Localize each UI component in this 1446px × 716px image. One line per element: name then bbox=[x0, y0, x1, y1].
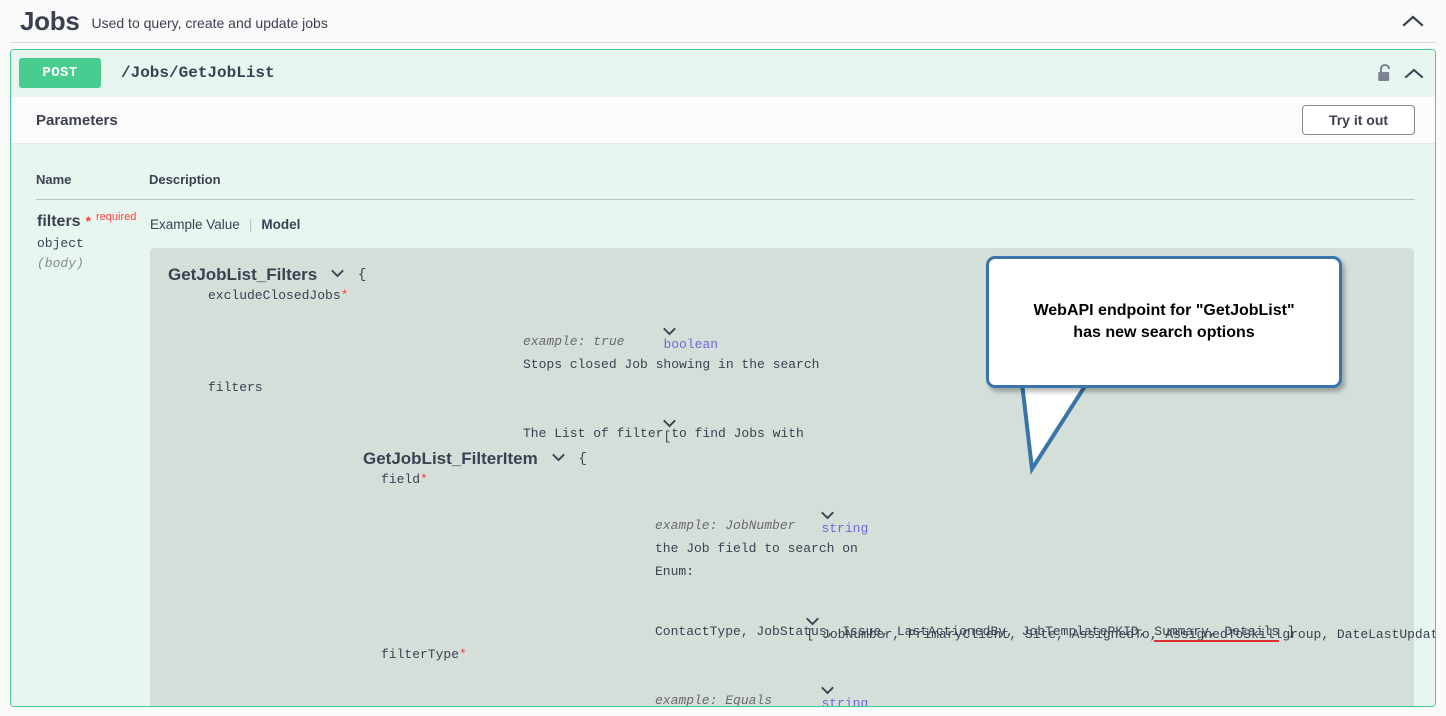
property-row-filtertype: filterType* bbox=[168, 648, 1414, 671]
property-enum-label-row: Enum: bbox=[168, 565, 1414, 588]
opblock-summary-controls bbox=[1376, 62, 1425, 84]
table-header-row: Name Description bbox=[36, 144, 1415, 200]
property-example: example: Equals bbox=[655, 693, 773, 707]
enum-label: Enum: bbox=[655, 564, 695, 579]
property-name: filters bbox=[208, 380, 263, 395]
required-label: required bbox=[96, 211, 137, 223]
property-type-row: string bbox=[168, 671, 1414, 706]
property-row-filters: filters bbox=[168, 381, 1414, 404]
property-row-field: field* bbox=[168, 473, 1414, 496]
parameters-bar: Parameters Try it out bbox=[11, 97, 1435, 144]
column-header-description: Description bbox=[149, 144, 1415, 200]
property-description: the Job field to search on bbox=[655, 541, 858, 556]
property-name: field* bbox=[381, 472, 428, 487]
endpoint-path: /Jobs/GetJobList bbox=[121, 64, 275, 82]
tag-collapse-chevron-up-icon[interactable] bbox=[1400, 8, 1426, 34]
property-description-row: Stops closed Job showing in the search bbox=[168, 358, 1414, 381]
property-type-row: [ bbox=[168, 404, 1414, 443]
property-type-row: string bbox=[168, 496, 1414, 535]
opblock-summary[interactable]: POST /Jobs/GetJobList bbox=[11, 50, 1435, 97]
tab-example-value[interactable]: Example Value bbox=[150, 217, 240, 232]
schema-nested-title: GetJobList_FilterItem bbox=[363, 449, 538, 468]
schema-root-title: GetJobList_Filters bbox=[168, 265, 318, 284]
parameter-type: object bbox=[37, 236, 84, 251]
parameters-table: Name Description filters * required obje… bbox=[36, 144, 1435, 707]
property-row-excludeclosedjobs: excludeClosedJobs* bbox=[168, 289, 1414, 312]
parameters-title: Parameters bbox=[36, 111, 118, 129]
tab-separator: | bbox=[248, 217, 253, 232]
table-row: filters * required object (body) Example… bbox=[36, 200, 1435, 707]
column-header-name: Name bbox=[36, 144, 149, 200]
property-enum-row-2: ContactType, JobStatus, Issue, LastActio… bbox=[168, 624, 1414, 648]
highlighted-enum-values: Summary, Details bbox=[1154, 624, 1280, 642]
tab-model[interactable]: Model bbox=[261, 217, 300, 232]
try-it-out-button[interactable]: Try it out bbox=[1302, 105, 1415, 135]
property-description: The List of filter to find Jobs with bbox=[523, 426, 804, 441]
property-description: Stops closed Job showing in the search bbox=[523, 357, 820, 372]
property-name: filterType* bbox=[381, 647, 467, 662]
required-star: * bbox=[85, 213, 92, 229]
schema-root-chevron-down-icon[interactable] bbox=[331, 268, 344, 281]
property-enum-row: [ JobNumber, PrimaryClient, Site, Assign… bbox=[168, 602, 1435, 641]
parameter-name-cell: filters * required object (body) bbox=[36, 200, 149, 707]
property-name: excludeClosedJobs* bbox=[208, 288, 349, 303]
schema-nested-chevron-down-icon[interactable] bbox=[551, 452, 565, 465]
example-model-tabs: Example Value | Model bbox=[150, 217, 1414, 232]
property-example-row: example: JobNumber bbox=[168, 519, 1414, 542]
tag-divider bbox=[10, 42, 1436, 43]
property-example: example: true bbox=[523, 334, 625, 349]
parameter-description-cell: Example Value | Model GetJobList_Filters bbox=[149, 200, 1435, 707]
tag-description: Used to query, create and update jobs bbox=[91, 14, 328, 31]
tag-header[interactable]: Jobs Used to query, create and update jo… bbox=[0, 0, 1446, 41]
parameter-location: (body) bbox=[37, 256, 84, 271]
schema-nested-row[interactable]: GetJobList_FilterItem { bbox=[363, 450, 1414, 473]
model-schema-block: GetJobList_Filters { excludeClosedJobs* … bbox=[150, 248, 1435, 707]
unlocked-padlock-icon[interactable] bbox=[1376, 63, 1394, 83]
schema-root-row[interactable]: GetJobList_Filters { bbox=[168, 266, 1414, 289]
parameters-body: Name Description filters * required obje… bbox=[11, 144, 1435, 707]
parameter-name-text: filters bbox=[37, 213, 81, 230]
property-example: example: JobNumber bbox=[655, 518, 796, 533]
property-example-row: example: Equals bbox=[168, 693, 1414, 707]
opblock-collapse-chevron-up-icon[interactable] bbox=[1403, 62, 1425, 84]
opblock-post-getjoblist: POST /Jobs/GetJobList Parameters Try it … bbox=[10, 49, 1436, 707]
property-type-row: boolean bbox=[168, 312, 1414, 351]
property-description-row: The List of filter to find Jobs with bbox=[168, 427, 1414, 450]
parameter-name: filters * required bbox=[37, 211, 148, 230]
schema-root-open-brace: { bbox=[357, 266, 367, 283]
schema-nested-open-brace: { bbox=[578, 450, 587, 467]
http-method-badge: POST bbox=[19, 58, 101, 88]
enum-values-line-2: ContactType, JobStatus, Issue, LastActio… bbox=[655, 624, 1295, 642]
property-description-row: the Job field to search on bbox=[168, 542, 1414, 565]
page-title: Jobs bbox=[20, 5, 80, 36]
property-example-row: example: true bbox=[168, 335, 1414, 358]
